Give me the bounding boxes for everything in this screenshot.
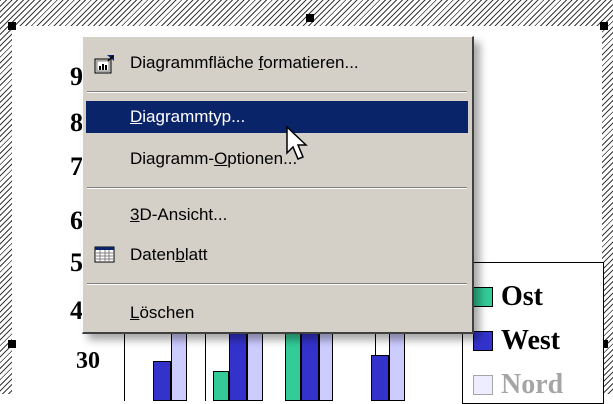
chart-bar[interactable] bbox=[213, 371, 229, 401]
legend-swatch bbox=[473, 331, 493, 351]
chart-bar[interactable] bbox=[153, 361, 171, 401]
menu-separator bbox=[87, 283, 467, 285]
menu-item-chart-type[interactable]: Diagrammtyp... bbox=[86, 101, 468, 133]
mouse-pointer-icon bbox=[286, 125, 312, 167]
resize-handle-top-left[interactable] bbox=[8, 22, 16, 30]
legend-item-nord: Nord bbox=[473, 369, 563, 401]
resize-handle-left-middle[interactable] bbox=[8, 340, 16, 348]
menu-separator bbox=[87, 187, 467, 189]
chart-legend[interactable]: Ost West Nord bbox=[462, 262, 604, 404]
chart-bar[interactable] bbox=[285, 331, 301, 401]
menu-item-label: Löschen bbox=[130, 303, 195, 322]
format-chart-area-icon bbox=[94, 53, 114, 74]
chart-bar[interactable] bbox=[301, 331, 319, 401]
chart-bar[interactable] bbox=[229, 331, 247, 401]
menu-item-label: Diagramm-Optionen... bbox=[130, 149, 298, 168]
menu-item-label: 3D-Ansicht... bbox=[130, 205, 228, 224]
y-axis-tick-label: 30 bbox=[76, 348, 100, 374]
chart-bar[interactable] bbox=[171, 331, 187, 401]
menu-separator bbox=[87, 91, 467, 93]
menu-item-chart-options[interactable]: Diagramm-Optionen... bbox=[86, 143, 468, 175]
menu-item-delete[interactable]: Löschen bbox=[86, 297, 468, 329]
legend-label: Nord bbox=[501, 369, 564, 400]
menu-item-3d-view[interactable]: 3D-Ansicht... bbox=[86, 199, 468, 231]
gridline bbox=[205, 331, 206, 401]
legend-item-ost: Ost bbox=[473, 281, 543, 313]
menu-item-label: Diagrammfläche formatieren... bbox=[130, 53, 359, 72]
resize-handle-top-right[interactable] bbox=[600, 22, 608, 30]
chart-bar[interactable] bbox=[371, 355, 389, 401]
menu-item-label: Diagrammtyp... bbox=[130, 107, 246, 126]
legend-label: Ost bbox=[501, 281, 543, 312]
menu-item-label: Datenblatt bbox=[130, 245, 208, 264]
legend-swatch bbox=[473, 375, 493, 395]
legend-swatch bbox=[473, 287, 493, 307]
legend-item-west: West bbox=[473, 325, 560, 357]
menu-item-datasheet[interactable]: Datenblatt bbox=[86, 239, 468, 271]
menu-item-format-chart-area[interactable]: Diagrammfläche formatieren... bbox=[86, 47, 468, 79]
plot-area[interactable] bbox=[124, 330, 465, 401]
datasheet-icon bbox=[94, 245, 115, 265]
legend-label: West bbox=[501, 325, 561, 356]
resize-handle-top-middle[interactable] bbox=[306, 14, 314, 22]
chart-bar[interactable] bbox=[319, 331, 333, 401]
chart-bar[interactable] bbox=[247, 331, 263, 401]
chart-bar[interactable] bbox=[389, 331, 405, 401]
context-menu: Diagrammfläche formatieren... Diagrammty… bbox=[82, 36, 474, 334]
